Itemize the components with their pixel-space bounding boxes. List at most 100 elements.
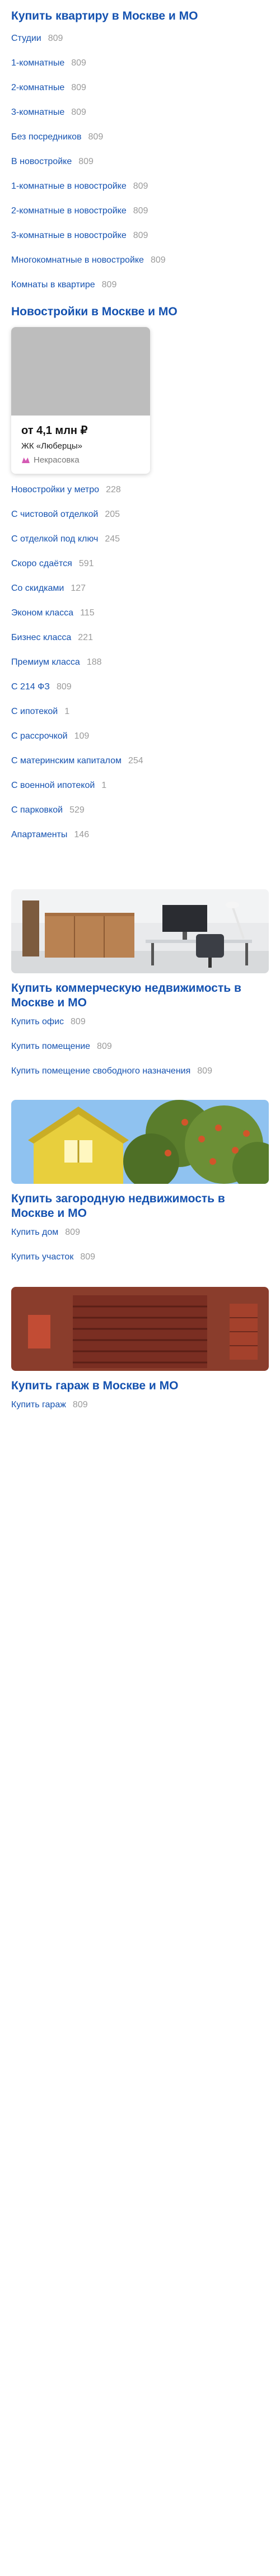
link-count: 809 — [71, 108, 86, 117]
list-item[interactable]: С ипотекой 1 — [11, 707, 178, 731]
list-item[interactable]: Без посредников 809 — [11, 132, 198, 157]
apartments-section: Купить квартиру в Москве и МО Студии 809 … — [11, 9, 198, 305]
apartments-link-list: Студии 809 1-комнатные 809 2-комнатные 809 … — [11, 34, 198, 305]
link-label[interactable]: Студии — [11, 34, 41, 44]
card-metro: Некрасовка — [21, 455, 140, 465]
link-label[interactable]: 2-комнатные в новостройке — [11, 206, 127, 216]
link-count: 809 — [48, 34, 63, 43]
link-label[interactable]: 3-комнатные — [11, 108, 64, 118]
list-item[interactable]: 2-комнатные в новостройке 809 — [11, 206, 198, 231]
newbuildings-title: Новостройки в Москве и МО — [11, 305, 178, 318]
list-item[interactable]: С отделкой под ключ 245 — [11, 534, 178, 559]
link-label[interactable]: 2-комнатные — [11, 83, 64, 93]
list-item[interactable]: 3-комнатные 809 — [11, 108, 198, 132]
link-label[interactable]: Бизнес класса — [11, 633, 71, 643]
link-count: 115 — [80, 608, 95, 618]
link-label[interactable]: 3-комнатные в новостройке — [11, 231, 127, 241]
list-item[interactable]: С чистовой отделкой 205 — [11, 510, 178, 534]
link-label[interactable]: Комнаты в квартире — [11, 280, 95, 290]
link-count: 254 — [128, 756, 143, 766]
link-label[interactable]: С парковкой — [11, 805, 63, 815]
link-count: 809 — [133, 181, 148, 191]
list-item[interactable]: 3-комнатные в новостройке 809 — [11, 231, 198, 255]
link-label[interactable]: С материнским капиталом — [11, 756, 122, 766]
list-item[interactable]: С 214 ФЗ 809 — [11, 682, 178, 707]
list-item[interactable]: Купить участок 809 — [11, 1252, 269, 1277]
list-item[interactable]: 2-комнатные 809 — [11, 83, 198, 108]
list-item[interactable]: Апартаменты 146 — [11, 830, 178, 855]
link-label[interactable]: Новостройки у метро — [11, 485, 99, 495]
list-item[interactable]: Со скидками 127 — [11, 584, 178, 608]
garage-title: Купить гараж в Москве и МО — [11, 1379, 179, 1392]
link-label[interactable]: Купить дом — [11, 1228, 58, 1238]
list-item[interactable]: Купить гараж 809 — [11, 1400, 269, 1425]
list-item[interactable]: Многокомнатные в новостройке 809 — [11, 255, 198, 280]
link-count: 809 — [71, 83, 86, 92]
country-section: Купить загородную недвижимость в Москве … — [11, 1100, 269, 1277]
list-item[interactable]: С рассрочкой 109 — [11, 731, 178, 756]
link-label[interactable]: Апартаменты — [11, 830, 67, 840]
country-house-illustration — [11, 1100, 269, 1184]
card-price: от 4,1 млн ₽ — [21, 424, 88, 437]
list-item[interactable]: Купить дом 809 — [11, 1228, 269, 1252]
link-count: 809 — [88, 132, 104, 142]
link-label[interactable]: С отделкой под ключ — [11, 534, 98, 544]
list-item[interactable]: Комнаты в квартире 809 — [11, 280, 198, 305]
garage-illustration — [11, 1287, 269, 1371]
link-count: 1 — [101, 781, 107, 790]
link-label[interactable]: 1-комнатные — [11, 58, 64, 68]
link-label[interactable]: Многокомнатные в новостройке — [11, 255, 144, 265]
link-label[interactable]: Скоро сдаётся — [11, 559, 72, 569]
link-count: 809 — [150, 255, 166, 265]
link-count: 809 — [80, 1252, 96, 1262]
link-label[interactable]: Купить офис — [11, 1017, 64, 1027]
list-item[interactable]: Бизнес класса 221 — [11, 633, 178, 657]
link-label[interactable]: Премиум класса — [11, 657, 80, 668]
link-count: 205 — [105, 510, 120, 519]
link-count: 228 — [106, 485, 121, 494]
link-label[interactable]: С ипотекой — [11, 707, 58, 717]
list-item[interactable]: Скоро сдаётся 591 — [11, 559, 178, 584]
list-item[interactable]: Купить офис 809 — [11, 1017, 269, 1042]
link-count: 809 — [133, 231, 148, 240]
list-item[interactable]: Студии 809 — [11, 34, 198, 58]
list-item[interactable]: Премиум класса 188 — [11, 657, 178, 682]
list-item[interactable]: С парковкой 529 — [11, 805, 178, 830]
list-item[interactable]: С материнским капиталом 254 — [11, 756, 178, 781]
garage-banner-image — [11, 1287, 269, 1371]
link-label[interactable]: В новостройке — [11, 157, 72, 167]
list-item[interactable]: С военной ипотекой 1 — [11, 781, 178, 805]
link-label[interactable]: С чистовой отделкой — [11, 510, 98, 520]
link-label[interactable]: Без посредников — [11, 132, 82, 142]
commercial-section: Купить коммерческую недвижимость в Москв… — [11, 889, 269, 1091]
link-count: 1 — [64, 707, 70, 716]
commercial-title: Купить коммерческую недвижимость в Москв… — [11, 982, 241, 1009]
link-count: 591 — [78, 559, 94, 568]
list-item[interactable]: Эконом класса 115 — [11, 608, 178, 633]
link-label[interactable]: Купить участок — [11, 1252, 73, 1262]
list-item[interactable]: Новостройки у метро 228 — [11, 485, 178, 510]
link-label[interactable]: С 214 ФЗ — [11, 682, 50, 692]
list-item[interactable]: В новостройке 809 — [11, 157, 198, 181]
list-item[interactable]: 1-комнатные в новостройке 809 — [11, 181, 198, 206]
link-count: 809 — [101, 280, 117, 290]
link-label[interactable]: Купить помещение — [11, 1042, 90, 1052]
link-label[interactable]: С военной ипотекой — [11, 781, 95, 791]
link-count: 809 — [97, 1042, 112, 1051]
link-count: 809 — [65, 1228, 80, 1237]
country-link-list: Купить дом 809 Купить участок 809 — [11, 1228, 269, 1277]
link-count: 188 — [86, 657, 102, 667]
link-label[interactable]: Купить гараж — [11, 1400, 66, 1410]
link-label[interactable]: Купить помещение свободного назначения — [11, 1066, 190, 1076]
list-item[interactable]: 1-комнатные 809 — [11, 58, 198, 83]
link-label[interactable]: Со скидками — [11, 584, 64, 594]
link-label[interactable]: 1-комнатные в новостройке — [11, 181, 127, 192]
link-count: 809 — [78, 157, 94, 166]
newbuildings-section: Новостройки в Москве и МО от 4,1 млн ₽ Ж… — [11, 305, 178, 855]
link-label[interactable]: Эконом класса — [11, 608, 73, 618]
link-count: 127 — [71, 584, 86, 593]
list-item[interactable]: Купить помещение 809 — [11, 1042, 269, 1066]
list-item[interactable]: Купить помещение свободного назначения 80… — [11, 1066, 269, 1091]
newbuilding-card[interactable]: от 4,1 млн ₽ ЖК «Люберцы» Некрасовка — [11, 327, 150, 474]
link-label[interactable]: С рассрочкой — [11, 731, 68, 741]
